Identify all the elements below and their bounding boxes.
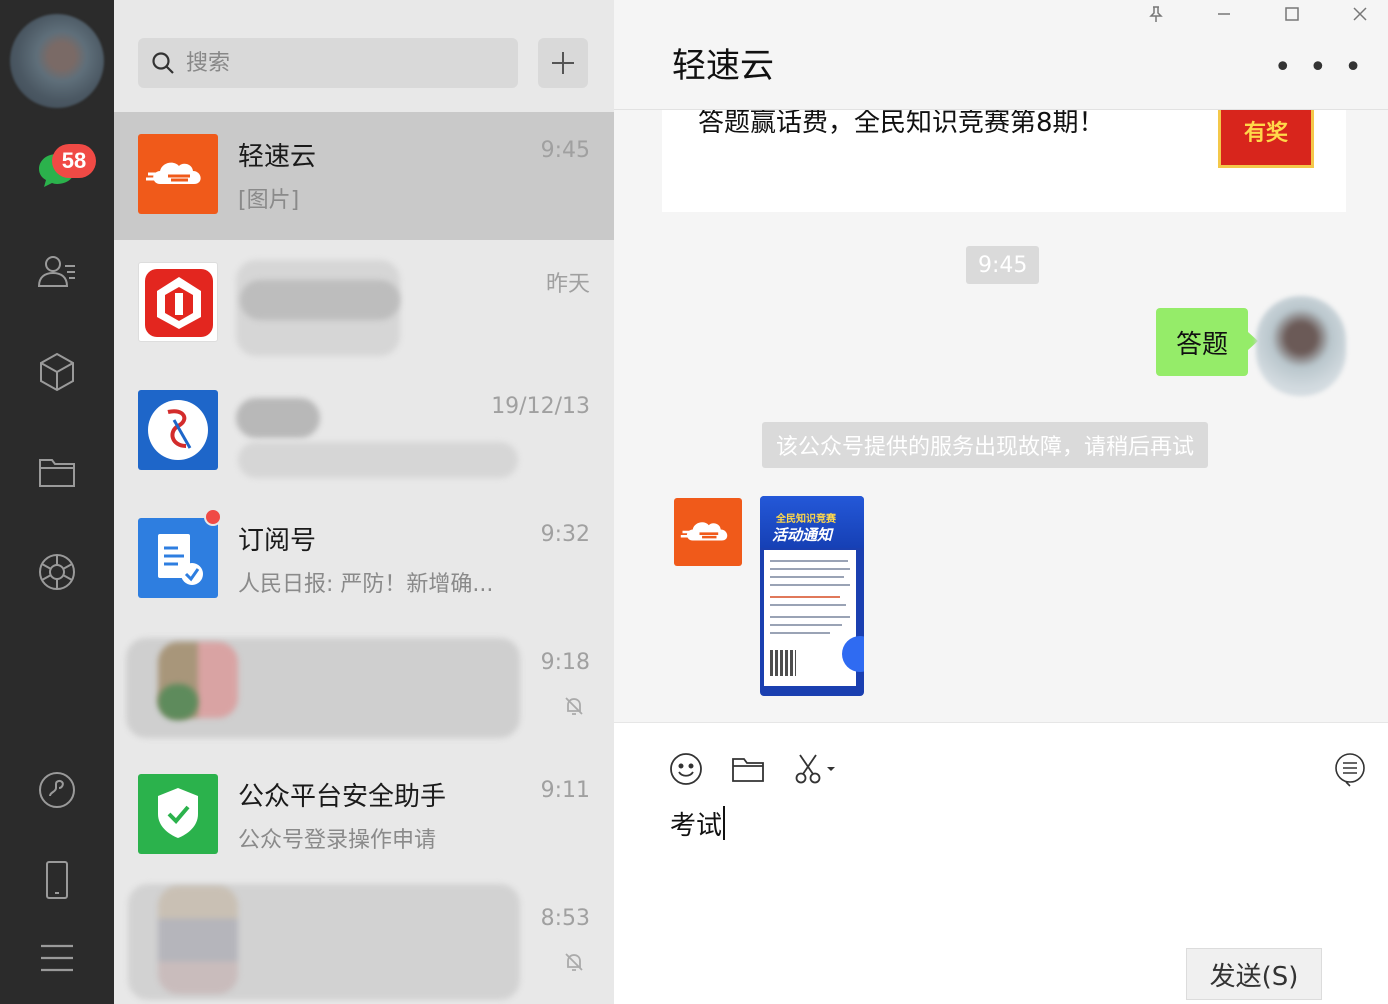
- outgoing-message[interactable]: 答题: [1155, 308, 1259, 376]
- conversation-time: 9:45: [540, 138, 590, 163]
- conversation-name: 订阅号: [238, 526, 317, 556]
- qingsuyun-logo-icon: [138, 134, 218, 214]
- minimize-icon[interactable]: [1212, 2, 1236, 26]
- poster-text-line: [770, 632, 830, 634]
- poster-text-line: [770, 604, 846, 606]
- system-notice: 该公众号提供的服务出现故障，请稍后再试: [762, 422, 1209, 468]
- contacts-icon[interactable]: [27, 242, 87, 302]
- chat-title: 轻速云: [672, 46, 774, 86]
- conversation-preview: 人民日报: 严防！新增确...: [238, 572, 494, 597]
- conversation-item[interactable]: 8:53: [114, 880, 614, 1004]
- mute-bell-icon: [565, 697, 583, 715]
- blurred-preview: [238, 442, 518, 478]
- mini-programs-icon[interactable]: [27, 760, 87, 820]
- red-emblem-icon: [138, 262, 218, 342]
- folder-icon[interactable]: [728, 749, 768, 789]
- message-input-text: 考试: [670, 811, 723, 841]
- moments-icon[interactable]: [27, 542, 87, 602]
- maximize-icon[interactable]: [1280, 2, 1304, 26]
- poster-text-line: [770, 584, 850, 586]
- conversation-time: 9:32: [540, 522, 590, 547]
- subscription-icon: [138, 518, 218, 598]
- conversation-item[interactable]: 昨天: [114, 240, 614, 368]
- conversation-name: 公众平台安全助手: [238, 782, 447, 812]
- conversation-preview: [图片]: [238, 188, 300, 213]
- conversation-preview: 公众号登录操作申请: [238, 828, 437, 853]
- poster-title: 活动通知: [772, 526, 833, 544]
- chevron-down-icon[interactable]: [822, 749, 840, 789]
- emoji-icon[interactable]: [666, 749, 706, 789]
- conversation-list: 轻速云 [图片] 9:45 昨天 19/12/13 订阅号 人民日报: 严防！新…: [114, 0, 614, 1004]
- conversation-time: 9:18: [540, 650, 590, 675]
- conversation-item[interactable]: 9:18: [114, 624, 614, 752]
- article-card[interactable]: 答题赢话费，全民知识竞赛第8期！ 有奖: [662, 110, 1346, 212]
- more-options-button[interactable]: • • •: [1274, 53, 1366, 83]
- pin-icon[interactable]: [1144, 2, 1168, 26]
- conversation-item[interactable]: 19/12/13: [114, 368, 614, 496]
- conversation-name: 轻速云: [238, 142, 317, 172]
- article-card-thumbnail: 有奖: [1218, 110, 1314, 168]
- unread-dot: [204, 508, 222, 526]
- search-input[interactable]: [186, 50, 506, 76]
- article-card-thumb-text: 有奖: [1243, 121, 1288, 146]
- unread-badge: 58: [52, 144, 96, 178]
- mute-bell-icon: [565, 953, 583, 971]
- text-caret: [723, 806, 726, 840]
- phone-icon[interactable]: [27, 850, 87, 910]
- conversation-time: 9:11: [540, 778, 590, 803]
- blurred-name: [236, 398, 320, 438]
- conversation-time: 19/12/13: [491, 394, 590, 419]
- blurred-avatar-tile: [158, 684, 198, 720]
- input-area: 考试 发送(S): [614, 722, 1388, 1004]
- chat-header: 轻速云 • • •: [614, 0, 1388, 110]
- blurred-preview: [240, 280, 400, 320]
- image-message[interactable]: 全民知识竞赛 活动通知: [760, 496, 864, 696]
- poster-text-line: [770, 560, 848, 562]
- poster-text-line: [770, 596, 840, 598]
- blurred-avatar-tiles: [158, 886, 238, 994]
- article-card-title: 答题赢话费，全民知识竞赛第8期！: [698, 110, 1105, 138]
- search-box[interactable]: [138, 38, 518, 88]
- qr-code-icon: [770, 650, 796, 676]
- poster-text-line: [770, 616, 850, 618]
- nav-rail: 58: [0, 0, 114, 1004]
- message-timestamp: 9:45: [966, 246, 1040, 284]
- files-icon[interactable]: [27, 442, 87, 502]
- message-area[interactable]: 答题赢话费，全民知识竞赛第8期！ 有奖 9:45 答题 该公众号提供的服务出现故…: [614, 110, 1388, 722]
- conversation-item[interactable]: 公众平台安全助手 公众号登录操作申请 9:11: [114, 752, 614, 880]
- search-icon: [152, 52, 174, 74]
- poster-text-line: [770, 568, 850, 570]
- close-icon[interactable]: [1348, 2, 1372, 26]
- poster-text-line: [770, 576, 844, 578]
- poster-body: [764, 550, 856, 686]
- menu-icon[interactable]: [27, 928, 87, 988]
- sender-avatar[interactable]: [1256, 296, 1346, 396]
- conversation-item[interactable]: 订阅号 人民日报: 严防！新增确... 9:32: [114, 496, 614, 624]
- poster-header: 全民知识竞赛 活动通知: [760, 496, 864, 548]
- chat-pane: 轻速云 • • • 答题赢话费，全民知识竞赛第8期！ 有奖 9:45 答题 该公…: [614, 0, 1388, 1004]
- poster-text-line: [770, 624, 842, 626]
- poster-subtitle: 全民知识竞赛: [776, 514, 836, 525]
- shield-icon: [138, 774, 218, 854]
- conversation-item[interactable]: 轻速云 [图片] 9:45: [114, 112, 614, 240]
- conversation-time: 昨天: [545, 272, 590, 297]
- blue-emblem-icon: [138, 390, 218, 470]
- my-avatar[interactable]: [10, 14, 104, 108]
- favorites-icon[interactable]: [27, 342, 87, 402]
- qingsuyun-avatar-icon[interactable]: [674, 498, 742, 566]
- plus-icon: [552, 52, 574, 74]
- add-button[interactable]: [538, 38, 588, 88]
- chat-history-icon[interactable]: [1330, 749, 1370, 789]
- message-input[interactable]: 考试: [670, 805, 1330, 842]
- send-button[interactable]: 发送(S): [1186, 948, 1322, 1000]
- conversation-time: 8:53: [540, 906, 590, 931]
